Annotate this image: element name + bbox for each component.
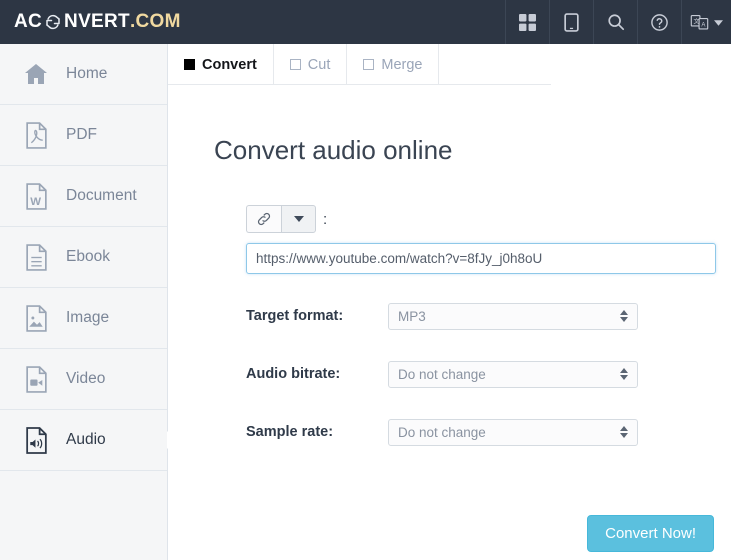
- checkbox-icon: [184, 59, 195, 70]
- recycle-icon: [44, 13, 62, 31]
- spinner-arrows-icon: [620, 366, 628, 382]
- target-format-select[interactable]: MP3: [388, 302, 638, 330]
- audio-file-icon: [22, 425, 50, 455]
- sidebar-item-label: Ebook: [66, 248, 110, 265]
- sidebar-item-label: Home: [66, 65, 108, 82]
- main-content: Convert audio online : Target format:: [168, 85, 731, 560]
- sidebar-item-ebook[interactable]: Ebook: [0, 227, 167, 288]
- home-icon: [22, 59, 50, 89]
- field-label: Target format:: [246, 308, 344, 324]
- site-logo[interactable]: AC NVERT .COM: [14, 11, 181, 33]
- sidebar-item-label: Video: [66, 370, 106, 387]
- tab-convert[interactable]: Convert: [168, 44, 274, 85]
- field-label: Audio bitrate:: [246, 366, 341, 382]
- sidebar-item-pdf[interactable]: PDF: [0, 105, 167, 166]
- caret-down-icon: [293, 216, 304, 222]
- sidebar-item-image[interactable]: Image: [0, 288, 167, 349]
- checkbox-icon: [363, 59, 375, 70]
- sidebar-item-video[interactable]: Video: [0, 349, 167, 410]
- chevron-down-icon: [714, 13, 723, 31]
- sidebar-item-label: Image: [66, 309, 110, 326]
- convert-now-button[interactable]: Convert Now!: [587, 515, 714, 552]
- svg-text:文: 文: [693, 17, 699, 25]
- logo-text-part3: .COM: [129, 11, 181, 32]
- svg-text:W: W: [30, 195, 41, 207]
- search-icon[interactable]: [593, 0, 637, 44]
- spinner-arrows-icon: [620, 424, 628, 440]
- select-value: Do not change: [398, 424, 486, 440]
- tab-label: Convert: [202, 56, 257, 73]
- pdf-file-icon: [22, 120, 50, 150]
- ebook-icon: [22, 242, 50, 272]
- source-selector-row: :: [246, 205, 731, 233]
- tab-label: Merge: [381, 56, 423, 73]
- tab-label: Cut: [307, 56, 331, 73]
- tablet-icon[interactable]: [549, 0, 593, 44]
- field-row-target-format: Target format: MP3: [246, 292, 731, 340]
- sidebar: Home PDF W Document Ebook Image Video Au…: [0, 44, 177, 560]
- field-row-sample-rate: Sample rate: Do not change: [246, 408, 731, 456]
- sidebar-item-document[interactable]: W Document: [0, 166, 167, 227]
- source-colon: :: [323, 210, 328, 228]
- checkbox-icon: [289, 59, 301, 70]
- tab-merge[interactable]: Merge: [347, 44, 440, 85]
- source-dropdown-button[interactable]: [281, 205, 316, 233]
- audio-bitrate-select[interactable]: Do not change: [388, 360, 638, 388]
- sidebar-item-label: Audio: [66, 431, 106, 448]
- page-title: Convert audio online: [214, 135, 453, 165]
- sidebar-item-audio[interactable]: Audio: [0, 410, 177, 471]
- select-value: MP3: [398, 308, 426, 324]
- top-header: AC NVERT .COM 文 A: [0, 0, 731, 44]
- logo-text-part1: AC: [14, 11, 43, 32]
- sidebar-item-home[interactable]: Home: [0, 44, 167, 105]
- sidebar-item-label: Document: [66, 187, 137, 204]
- spinner-arrows-icon: [620, 308, 628, 324]
- language-translate-icon[interactable]: 文 A: [681, 0, 731, 44]
- video-file-icon: [22, 364, 50, 394]
- tab-bar: Convert Cut Merge: [168, 44, 551, 85]
- field-label: Sample rate:: [246, 424, 334, 440]
- logo-text-part2: NVERT: [64, 11, 130, 32]
- apps-grid-icon[interactable]: [505, 0, 549, 44]
- word-doc-icon: W: [22, 181, 50, 211]
- url-input[interactable]: [246, 243, 716, 274]
- tab-cut[interactable]: Cut: [274, 44, 348, 85]
- select-value: Do not change: [398, 366, 486, 382]
- field-row-audio-bitrate: Audio bitrate: Do not change: [246, 350, 731, 398]
- app-window: AC NVERT .COM 文 A Home PDF W Document Eb…: [0, 0, 731, 560]
- help-circle-icon[interactable]: [637, 0, 681, 44]
- image-file-icon: [22, 303, 50, 333]
- submit-row: Convert Now!: [587, 515, 714, 552]
- sidebar-item-label: PDF: [66, 126, 97, 143]
- header-tools: 文 A: [505, 0, 731, 44]
- url-input-wrapper: [246, 243, 731, 274]
- sample-rate-select[interactable]: Do not change: [388, 418, 638, 446]
- chain-link-icon[interactable]: [246, 205, 281, 233]
- source-button-group: [246, 205, 316, 233]
